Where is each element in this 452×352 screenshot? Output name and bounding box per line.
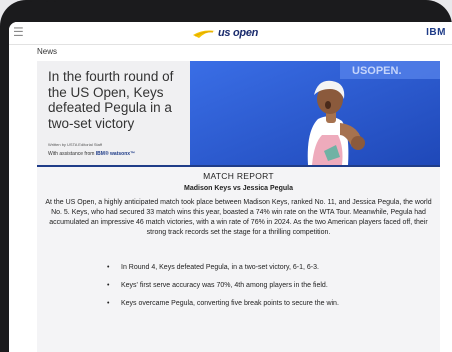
us-open-logo[interactable]: us open bbox=[193, 26, 258, 40]
report-title: MATCH REPORT bbox=[203, 171, 274, 181]
ball-swoosh-icon bbox=[193, 30, 215, 38]
device-side-button bbox=[54, 0, 72, 2]
list-item: Keys overcame Pegula, converting five br… bbox=[107, 299, 437, 308]
assistance-credit: With assistance from IBM® watsonx™ bbox=[48, 151, 135, 157]
ibm-logo[interactable]: IBM bbox=[426, 27, 446, 38]
tennis-player-celebrating-photo: USOPEN. bbox=[190, 61, 440, 165]
report-body: At the US Open, a highly anticipated mat… bbox=[45, 199, 432, 236]
match-report-panel: MATCH REPORT Madison Keys vs Jessica Peg… bbox=[37, 167, 440, 352]
section-label[interactable]: News bbox=[37, 47, 57, 56]
hero-text-panel: In the fourth round of the US Open, Keys… bbox=[37, 61, 190, 165]
svg-text:USOPEN.: USOPEN. bbox=[352, 65, 402, 77]
assist-prefix: With assistance from bbox=[48, 151, 95, 157]
top-navigation-bar: ☰ us open IBM bbox=[9, 22, 452, 45]
hero-photo-illustration: USOPEN. bbox=[190, 61, 440, 165]
report-bullet-list: In Round 4, Keys defeated Pegula, in a t… bbox=[107, 263, 437, 317]
app-screen: ☰ us open IBM News In the fourth round o… bbox=[9, 22, 452, 352]
logo-text: us open bbox=[218, 27, 259, 39]
device-side-button bbox=[30, 0, 48, 2]
list-item: Keys' first serve accuracy was 70%, 4th … bbox=[107, 281, 437, 290]
article-byline: Written by USTA Editorial Staff bbox=[48, 142, 103, 147]
article-title: In the fourth round of the US Open, Keys… bbox=[48, 69, 174, 131]
list-item: In Round 4, Keys defeated Pegula, in a t… bbox=[107, 263, 437, 272]
report-subtitle: Madison Keys vs Jessica Pegula bbox=[184, 185, 293, 192]
article-hero: In the fourth round of the US Open, Keys… bbox=[37, 61, 440, 165]
watsonx-brand[interactable]: IBM® watsonx™ bbox=[96, 151, 135, 157]
hamburger-menu-icon[interactable]: ☰ bbox=[13, 26, 24, 38]
